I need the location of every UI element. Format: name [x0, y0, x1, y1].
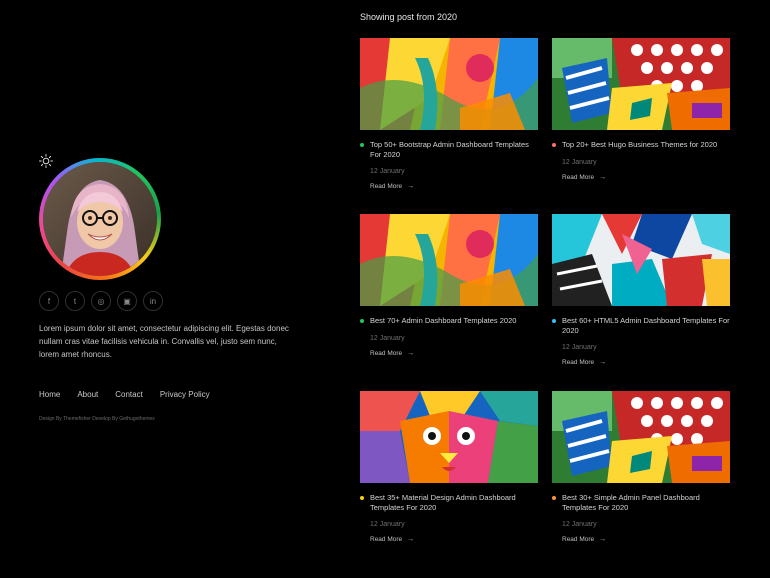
arrow-right-icon: →	[599, 173, 607, 181]
linkedin-icon[interactable]: in	[143, 291, 163, 311]
theme-toggle-button[interactable]	[38, 153, 54, 169]
category-dot	[552, 496, 556, 500]
arrow-right-icon: →	[407, 349, 415, 357]
post-card[interactable]: Best 60+ HTML5 Admin Dashboard Templates…	[552, 214, 730, 366]
read-more-link[interactable]: Read More →	[552, 536, 730, 543]
post-title[interactable]: Best 35+ Material Design Admin Dashboard…	[360, 493, 538, 512]
bio-text: Lorem ipsum dolor sit amet, consectetur …	[39, 324, 289, 359]
category-dot	[552, 143, 556, 147]
arrow-right-icon: →	[407, 183, 415, 191]
footer-link-home[interactable]: Home	[39, 390, 60, 399]
post-date: 12 January	[370, 168, 405, 176]
post-title[interactable]: Top 20+ Best Hugo Business Themes for 20…	[552, 140, 730, 150]
post-card[interactable]: Best 35+ Material Design Admin Dashboard…	[360, 391, 538, 543]
sidebar: f t ◎ ▣ in Lorem ipsum dolor sit amet, c…	[0, 0, 330, 578]
post-date: 12 January	[562, 344, 597, 352]
footer-link-about[interactable]: About	[77, 390, 98, 399]
arrow-right-icon: →	[599, 536, 607, 544]
post-title[interactable]: Best 70+ Admin Dashboard Templates 2020	[360, 316, 538, 326]
avatar	[43, 162, 157, 276]
post-date: 12 January	[370, 334, 405, 342]
post-thumbnail[interactable]	[552, 214, 730, 306]
avatar-photo	[43, 162, 157, 276]
post-thumbnail[interactable]	[360, 214, 538, 306]
avatar-ring	[39, 158, 161, 280]
footer-nav: Home About Contact Privacy Policy	[39, 390, 210, 399]
post-date: 12 January	[562, 521, 597, 529]
category-dot	[360, 319, 364, 323]
facebook-icon[interactable]: f	[39, 291, 59, 311]
read-more-link[interactable]: Read More →	[552, 359, 730, 366]
footer-credit: Design By Themefisher Develop By Gethugo…	[39, 416, 155, 422]
sun-icon	[39, 154, 53, 168]
post-date: 12 January	[562, 158, 597, 166]
post-card[interactable]: Top 50+ Bootstrap Admin Dashboard Templa…	[360, 38, 538, 190]
post-thumbnail[interactable]	[552, 391, 730, 483]
post-thumbnail[interactable]	[360, 391, 538, 483]
instagram-icon[interactable]: ◎	[91, 291, 111, 311]
read-more-link[interactable]: Read More →	[360, 350, 538, 357]
post-card[interactable]: Best 30+ Simple Admin Panel Dashboard Te…	[552, 391, 730, 543]
footer-link-privacy-policy[interactable]: Privacy Policy	[160, 390, 210, 399]
read-more-link[interactable]: Read More →	[552, 174, 730, 181]
post-card[interactable]: Top 20+ Best Hugo Business Themes for 20…	[552, 38, 730, 181]
category-dot	[360, 143, 364, 147]
post-title[interactable]: Best 60+ HTML5 Admin Dashboard Templates…	[552, 316, 730, 335]
github-icon[interactable]: ▣	[117, 291, 137, 311]
footer-link-contact[interactable]: Contact	[115, 390, 143, 399]
read-more-link[interactable]: Read More →	[360, 536, 538, 543]
post-thumbnail[interactable]	[360, 38, 538, 130]
read-more-link[interactable]: Read More →	[360, 183, 538, 190]
page-title: Showing post from 2020	[360, 12, 458, 22]
arrow-right-icon: →	[599, 359, 607, 367]
category-dot	[552, 319, 556, 323]
category-dot	[360, 496, 364, 500]
post-title[interactable]: Top 50+ Bootstrap Admin Dashboard Templa…	[360, 140, 538, 159]
social-links: f t ◎ ▣ in	[39, 291, 163, 311]
post-date: 12 January	[370, 521, 405, 529]
post-card[interactable]: Best 70+ Admin Dashboard Templates 2020 …	[360, 214, 538, 357]
post-title[interactable]: Best 30+ Simple Admin Panel Dashboard Te…	[552, 493, 730, 512]
twitter-icon[interactable]: t	[65, 291, 85, 311]
post-thumbnail[interactable]	[552, 38, 730, 130]
arrow-right-icon: →	[407, 536, 415, 544]
